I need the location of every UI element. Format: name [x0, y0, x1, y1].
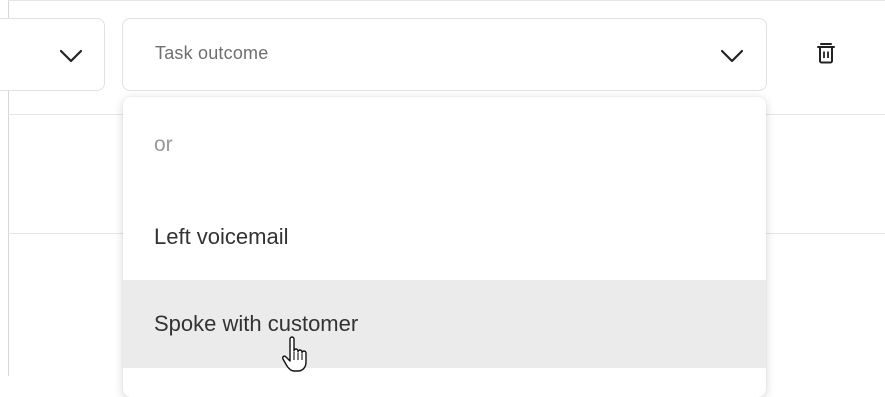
chevron-down-icon[interactable]: [59, 49, 83, 63]
dropdown-or-label: or: [123, 97, 766, 193]
chevron-down-icon[interactable]: [720, 49, 744, 63]
option-label: Left voicemail: [154, 223, 289, 249]
or-label-text: or: [154, 133, 173, 156]
option-spoke-with-customer[interactable]: Spoke with customer: [123, 280, 766, 368]
task-outcome-panel: Task outcome or Left voicemail Spoke wit…: [0, 0, 885, 397]
left-select[interactable]: [0, 18, 105, 91]
option-left-voicemail[interactable]: Left voicemail: [123, 193, 766, 280]
task-outcome-placeholder: Task outcome: [155, 43, 269, 63]
task-outcome-dropdown: or Left voicemail Spoke with customer: [123, 97, 766, 397]
option-label: Spoke with customer: [154, 311, 359, 336]
panel-top-border: [8, 0, 885, 1]
task-outcome-select[interactable]: Task outcome: [122, 18, 767, 91]
trash-icon[interactable]: [813, 40, 839, 66]
